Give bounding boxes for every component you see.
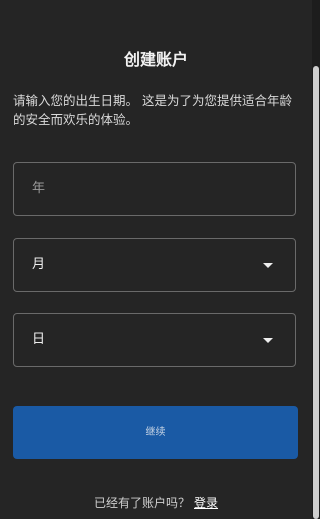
page-title: 创建账户 [123, 50, 188, 69]
login-prompt: 已经有了账户吗？ 登录 [0, 494, 312, 511]
year-placeholder: 年 [32, 181, 46, 196]
scrollbar[interactable] [312, 0, 320, 519]
day-select-label: 日 [32, 332, 46, 347]
month-select-label: 月 [32, 257, 46, 272]
create-account-page: 创建账户 请输入您的出生日期。 这是为了为您提供适合年龄的安全而欢乐的体验。 年… [0, 0, 320, 519]
chevron-down-icon [263, 338, 273, 343]
chevron-down-icon [263, 263, 273, 268]
scrollbar-thumb[interactable] [313, 66, 319, 519]
login-prompt-text: 已经有了账户吗？ [93, 496, 190, 510]
month-select[interactable]: 月 [13, 238, 296, 292]
day-select[interactable]: 日 [13, 313, 296, 367]
birthdate-description: 请输入您的出生日期。 这是为了为您提供适合年龄的安全而欢乐的体验。 [13, 93, 292, 127]
continue-button[interactable]: 继续 [13, 406, 298, 459]
year-input[interactable]: 年 [13, 162, 296, 216]
login-link[interactable]: 登录 [194, 496, 218, 510]
